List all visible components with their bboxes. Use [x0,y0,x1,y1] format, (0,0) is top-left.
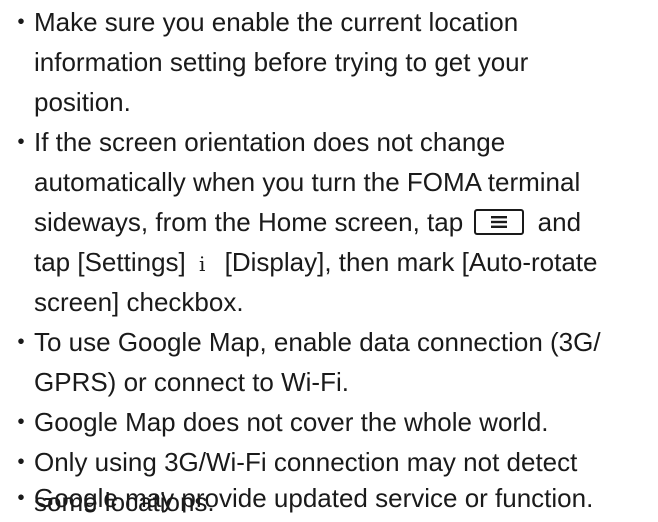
note-line-part: and [537,207,582,237]
note-line: To use Google Map, enable data connectio… [34,327,601,357]
note-line: Google Map does not cover the whole worl… [34,407,549,437]
bullet-dot: ・ [8,407,35,437]
bullet-dot: ・ [8,127,35,157]
arrow-icon: i [199,252,206,276]
note-line: GPRS) or connect to Wi-Fi. [34,367,349,397]
menu-key-icon [474,209,525,235]
note-line: sideways, from the Home screen, tap and [34,202,658,242]
notes-list: ・ Make sure you enable the current locat… [0,0,658,519]
bullet-dot: ・ [8,447,35,477]
note-line-part: tap [Settings] [34,247,186,277]
note-line: If the screen orientation does not chang… [34,127,506,157]
note-line-part: sideways, from the Home screen, tap [34,207,464,237]
bullet-dot: ・ [8,327,35,357]
note-line: tap [Settings] i [Display], then mark [A… [34,242,658,282]
bullet-dot: ・ [8,483,35,513]
note-line: screen] checkbox. [34,287,244,317]
note-line: Google may provide updated service or fu… [34,483,594,513]
bullet-dot: ・ [8,7,35,37]
note-line: position. [34,87,131,117]
note-line: Only using 3G/Wi-Fi connection may not d… [34,447,578,477]
note-line: Make sure you enable the current locatio… [34,7,519,37]
note-line-part: [Display], then mark [Auto-rotate [224,247,598,277]
note-line: information setting before trying to get… [34,47,529,77]
note-line: automatically when you turn the FOMA ter… [34,167,581,197]
